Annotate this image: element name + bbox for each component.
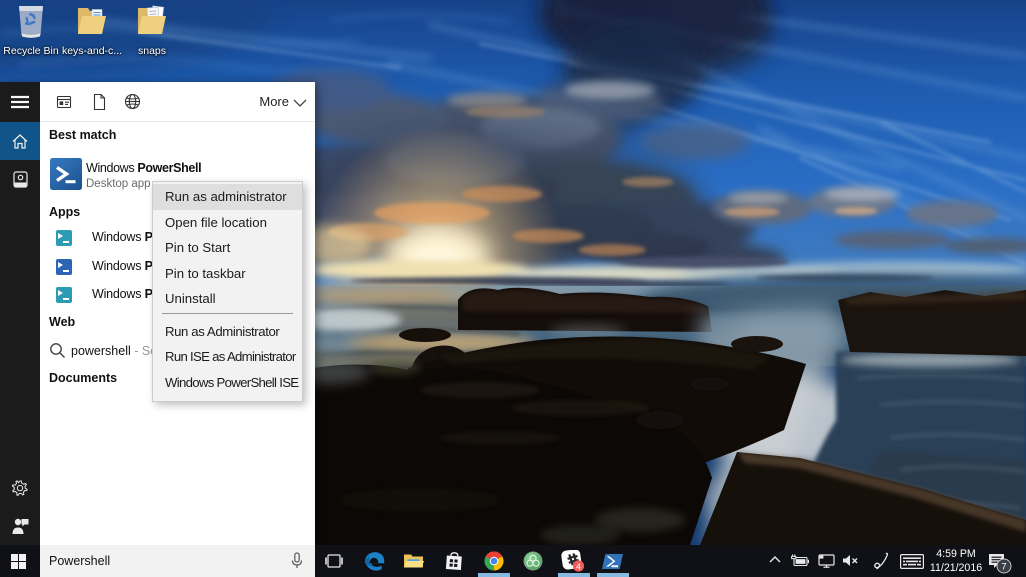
svg-text:7: 7	[1001, 562, 1006, 573]
svg-text:4: 4	[576, 562, 581, 572]
